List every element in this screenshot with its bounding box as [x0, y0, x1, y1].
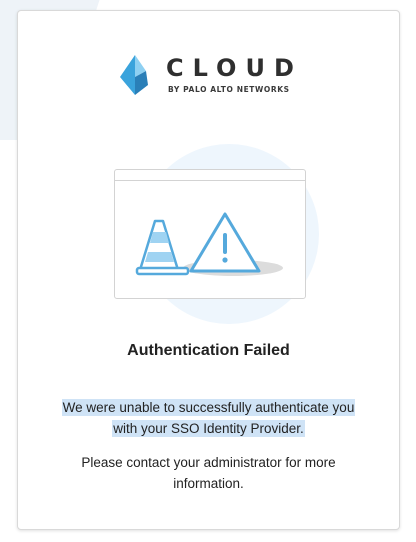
error-illustration	[135, 212, 283, 276]
error-message: We were unable to successfully authentic…	[18, 397, 399, 439]
error-message-line-2: with your SSO Identity Provider.	[112, 420, 305, 437]
brand-name: CLOUD	[166, 54, 303, 82]
error-card: CLOUD BY PALO ALTO NETWORKS Authenticati…	[17, 10, 400, 530]
error-message-line-1: We were unable to successfully authentic…	[61, 399, 356, 416]
brand-tagline: BY PALO ALTO NETWORKS	[168, 85, 290, 94]
browser-window-icon	[114, 169, 306, 299]
traffic-cone-icon	[135, 219, 190, 276]
warning-triangle-icon	[189, 212, 261, 273]
cortex-logo-icon	[120, 55, 148, 95]
contact-admin-text: Please contact your administrator for mo…	[81, 455, 336, 491]
error-title: Authentication Failed	[127, 342, 290, 359]
brand-logo: CLOUD BY PALO ALTO NETWORKS	[118, 53, 308, 103]
